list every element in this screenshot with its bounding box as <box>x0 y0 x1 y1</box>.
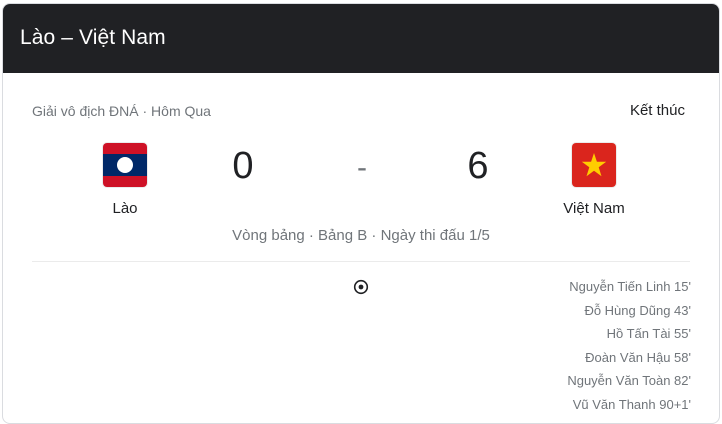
meta-separator: · <box>142 103 152 119</box>
away-team-name[interactable]: Việt Nam <box>534 200 654 217</box>
score-separator: - <box>357 151 367 184</box>
soccer-ball-icon <box>353 279 369 295</box>
scorer-item: Vũ Văn Thanh 90+1' <box>572 396 691 412</box>
match-card: Lào – Việt Nam Giải vô địch ĐNÁ · Hôm Qu… <box>2 3 720 424</box>
divider <box>32 261 690 262</box>
match-meta: Giải vô địch ĐNÁ · Hôm Qua <box>32 103 211 119</box>
scorer-item: Đỗ Hùng Dũng 43' <box>584 302 691 318</box>
match-title: Lào – Việt Nam <box>20 26 166 49</box>
round-info: Vòng bảng · Bảng B · Ngày thi đấu 1/5 <box>232 227 490 244</box>
scorer-item: Hồ Tấn Tài 55' <box>606 326 691 341</box>
scorer-item: Nguyễn Tiến Linh 15' <box>569 279 691 294</box>
away-scorers-list: Nguyễn Tiến Linh 15' Đỗ Hùng Dũng 43' Hồ… <box>567 275 691 416</box>
match-date: Hôm Qua <box>151 103 211 119</box>
home-team-name[interactable]: Lào <box>65 200 185 217</box>
match-header: Lào – Việt Nam <box>3 4 719 73</box>
home-score: 0 <box>232 145 254 187</box>
competition-name[interactable]: Giải vô địch ĐNÁ <box>32 103 139 119</box>
scorer-item: Nguyễn Văn Toàn 82' <box>567 373 691 388</box>
scorer-item: Đoàn Văn Hậu 58' <box>585 349 691 365</box>
match-status: Kết thúc <box>629 102 685 119</box>
laos-flag-icon[interactable] <box>103 143 147 187</box>
vietnam-flag-icon[interactable] <box>572 143 616 187</box>
away-score: 6 <box>467 145 489 187</box>
